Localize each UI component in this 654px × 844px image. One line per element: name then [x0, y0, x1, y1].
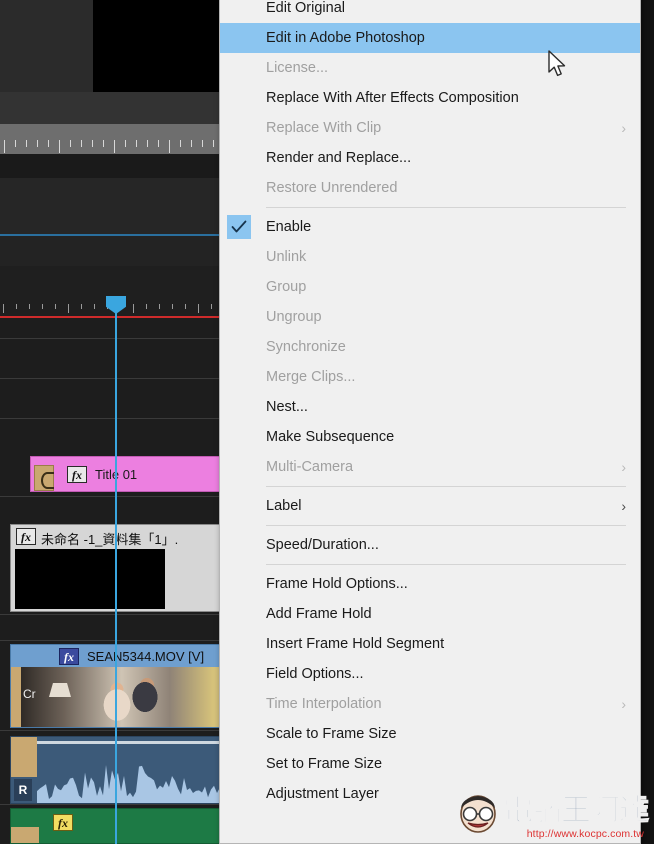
menu-item-replace-with-clip: Replace With Clip › [220, 113, 640, 143]
menu-item-scale-to-frame-size[interactable]: Scale to Frame Size [220, 719, 640, 749]
menu-item-label: Speed/Duration... [266, 537, 379, 553]
menu-item-label: Render and Replace... [266, 150, 412, 166]
menu-item-nest[interactable]: Nest... [220, 392, 640, 422]
fx-badge-icon: fx [53, 814, 73, 831]
menu-item-edit-in-adobe-photoshop[interactable]: Edit in Adobe Photoshop [220, 23, 640, 53]
menu-item-label: Scale to Frame Size [266, 726, 397, 742]
checkmark-icon [227, 215, 251, 239]
menu-item-label: Replace With Clip [266, 120, 382, 136]
menu-item-label: Insert Frame Hold Segment [266, 636, 445, 652]
chevron-right-icon: › [621, 120, 626, 136]
menu-item-label: License... [266, 60, 329, 76]
menu-item-label: Add Frame Hold [266, 606, 372, 622]
chevron-right-icon: › [621, 696, 626, 712]
menu-item-insert-frame-hold-segment[interactable]: Insert Frame Hold Segment [220, 629, 640, 659]
menu-item-label: Make Subsequence [266, 429, 395, 445]
watermark-text: 電腦王阿達 [503, 793, 650, 829]
menu-item-label: Frame Hold Options... [266, 576, 408, 592]
menu-item-time-interpolation: Time Interpolation › [220, 689, 640, 719]
menu-item-set-to-frame-size[interactable]: Set to Frame Size [220, 749, 640, 779]
fx-badge-icon: fx [59, 648, 79, 665]
menu-item-label: Edit in Adobe Photoshop [266, 30, 425, 46]
site-watermark: 電腦王阿達 http://www.kocpc.com.tw [460, 784, 650, 842]
menu-item-synchronize: Synchronize [220, 332, 640, 362]
menu-item-label: Merge Clips... [266, 369, 356, 385]
menu-item-label: Label [266, 498, 302, 514]
menu-item-label: Time Interpolation [266, 696, 382, 712]
timeline-right-edge [641, 0, 654, 844]
menu-item-label: Multi-Camera [266, 459, 354, 475]
menu-item-field-options[interactable]: Field Options... [220, 659, 640, 689]
menu-item-label: Edit Original [266, 0, 345, 16]
chevron-right-icon: › [621, 459, 626, 475]
clip-name-video: SEAN5344.MOV [V] [87, 649, 205, 664]
menu-item-replace-with-after-effects-composition[interactable]: Replace With After Effects Composition [220, 83, 640, 113]
menu-item-label: Restore Unrendered [266, 180, 398, 196]
screenshot-root: { } ;00;00 00;00;02;00 fx Title 01 [0, 0, 654, 844]
menu-item-label: Ungroup [266, 309, 322, 325]
menu-item-unlink: Unlink [220, 242, 640, 272]
clip-transition-edge[interactable] [11, 667, 21, 727]
menu-item-merge-clips: Merge Clips... [220, 362, 640, 392]
clip-name-graphic: 未命名 -1_資料集「1」. [41, 532, 179, 547]
menu-item-license: License... [220, 53, 640, 83]
menu-separator [266, 564, 626, 565]
menu-item-label: Set to Frame Size [266, 756, 383, 772]
playhead[interactable] [106, 296, 126, 844]
mouse-cursor-icon [548, 50, 566, 77]
menu-item-label: Nest... [266, 399, 308, 415]
menu-item-label[interactable]: Label › [220, 491, 640, 521]
clip-transition-edge[interactable] [11, 737, 37, 777]
menu-item-make-subsequence[interactable]: Make Subsequence [220, 422, 640, 452]
menu-item-frame-hold-options[interactable]: Frame Hold Options... [220, 569, 640, 599]
menu-item-group: Group [220, 272, 640, 302]
menu-item-label: Enable [266, 219, 312, 235]
menu-item-ungroup: Ungroup [220, 302, 640, 332]
menu-item-multi-camera: Multi-Camera › [220, 452, 640, 482]
menu-item-edit-original[interactable]: Edit Original [220, 0, 640, 23]
audio-channel-label: R [14, 779, 32, 801]
menu-separator [266, 207, 626, 208]
menu-separator [266, 486, 626, 487]
chevron-right-icon: › [621, 498, 626, 514]
clip-context-menu[interactable]: Edit Original Edit in Adobe Photoshop Lice… [219, 0, 641, 844]
menu-item-add-frame-hold[interactable]: Add Frame Hold [220, 599, 640, 629]
clip-effect-label: Cr [23, 687, 36, 701]
clip-thumbnail [15, 549, 165, 609]
menu-separator [266, 525, 626, 526]
transition-handle-icon[interactable] [34, 465, 54, 491]
watermark-mascot-icon [460, 795, 496, 833]
thumbnail-detail [49, 683, 71, 697]
fx-badge-icon: fx [16, 528, 36, 545]
menu-item-label: Field Options... [266, 666, 364, 682]
menu-item-label: Group [266, 279, 307, 295]
menu-item-render-and-replace[interactable]: Render and Replace... [220, 143, 640, 173]
menu-item-enable[interactable]: Enable [220, 212, 640, 242]
clip-transition-edge[interactable] [11, 827, 39, 843]
menu-item-label: Unlink [266, 249, 307, 265]
menu-item-speed-duration[interactable]: Speed/Duration... [220, 530, 640, 560]
menu-item-label: Synchronize [266, 339, 346, 355]
menu-item-label: Replace With After Effects Composition [266, 90, 519, 106]
menu-item-restore-unrendered: Restore Unrendered [220, 173, 640, 203]
watermark-url: http://www.kocpc.com.tw [526, 828, 644, 840]
menu-item-label: Adjustment Layer [266, 786, 379, 802]
fx-badge-icon: fx [67, 466, 87, 483]
